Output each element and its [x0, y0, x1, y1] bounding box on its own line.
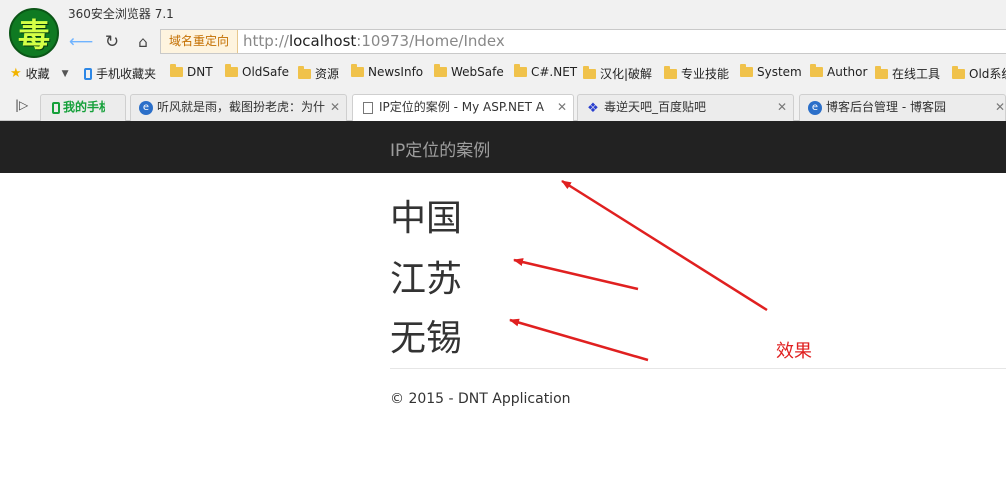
annotation-label: 效果 [776, 341, 812, 362]
arrow-to-city [509, 318, 649, 362]
arrow-to-province [513, 258, 639, 291]
arrow-to-brand [561, 179, 768, 312]
annotation-arrows [509, 179, 768, 362]
